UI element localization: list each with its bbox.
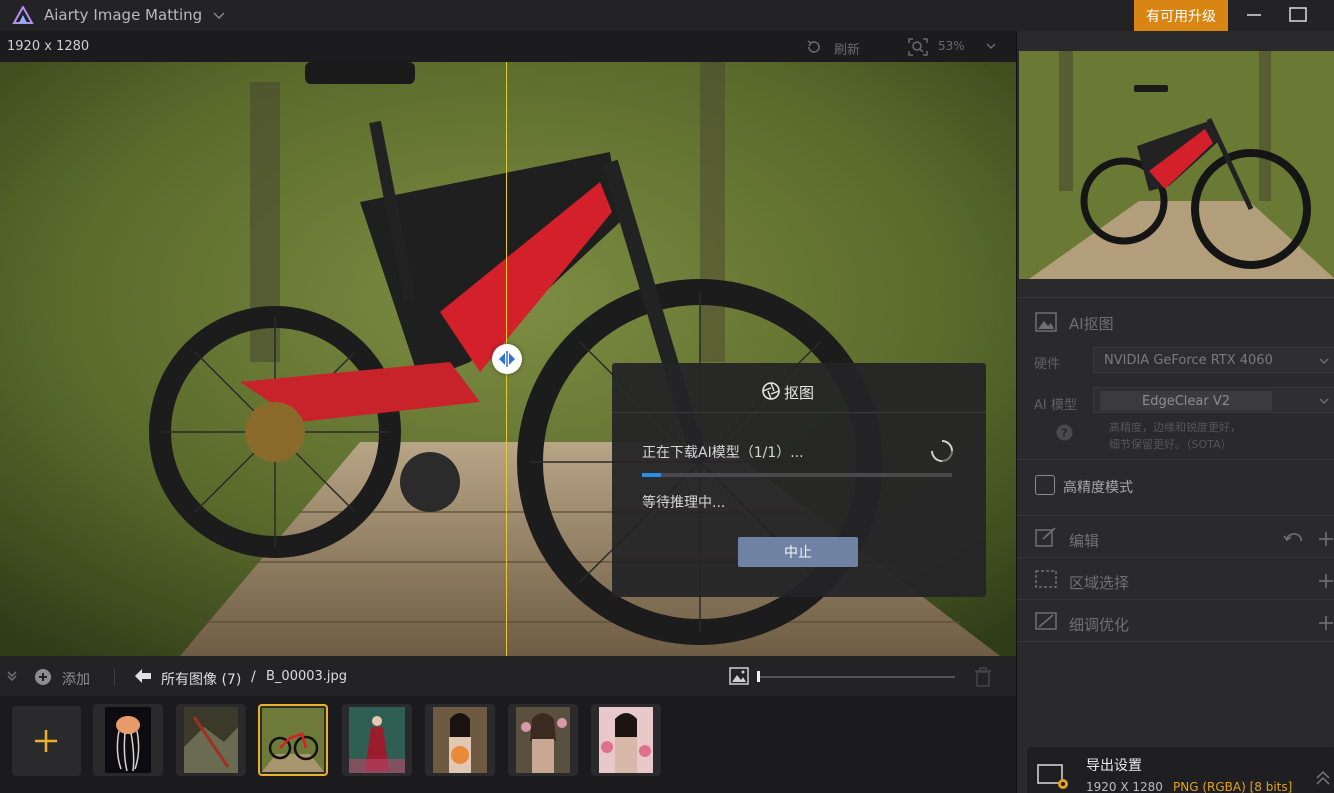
ai-matting-title: AI抠图 [1069,315,1114,333]
model-value: EdgeClear V2 [1100,391,1272,411]
svg-text:?: ? [1061,427,1067,440]
thumbnail-image [516,707,570,773]
expand-up-icon[interactable] [1315,769,1331,787]
edit-title[interactable]: 编辑 [1069,530,1099,551]
image-icon [1035,312,1057,332]
chevron-down-icon [1319,358,1329,365]
preview-image [1019,51,1334,279]
aperture-icon [762,382,780,400]
divider [1017,599,1334,600]
matting-progress-dialog: 抠图 正在下载AI模型（1/1）... 等待推理中... 中止 [612,363,986,597]
refine-icon [1035,612,1057,630]
breadcrumb-current-file: B_00003.jpg [266,669,348,684]
gallery-bar: 添加 所有图像 (7) / B_00003.jpg [0,656,1016,696]
add-image-tile[interactable] [12,706,81,776]
thumbnail-bicycle[interactable] [258,704,328,776]
thumbnail-size-slider[interactable] [757,676,955,678]
thumbnail-image [184,707,238,773]
divider [114,668,115,686]
divider [1017,557,1334,558]
refresh-icon[interactable] [805,38,823,56]
thumbnail-image [262,708,324,772]
slider-handle[interactable] [757,671,760,682]
dialog-title: 抠图 [784,384,815,402]
divider [1017,641,1334,642]
dialog-header: 抠图 [612,363,986,413]
export-format: PNG (RGBA) [8 bits] [1173,780,1293,793]
app-logo-icon [12,6,34,24]
add-button[interactable]: 添加 [62,669,90,689]
edit-icon [1035,527,1056,547]
breadcrumb-separator: / [251,669,256,685]
refresh-button[interactable]: 刷新 [834,39,860,58]
help-icon[interactable]: ? [1056,424,1073,441]
image-icon [729,667,749,685]
chevron-down-icon[interactable] [212,8,226,22]
thumbnail-jellyfish[interactable] [93,704,163,776]
trash-icon[interactable] [974,667,992,687]
download-progress-bar [642,473,952,477]
export-size: 1920 X 1280 [1086,780,1163,793]
minimize-icon[interactable] [1240,4,1268,26]
download-progress-fill [642,473,661,477]
model-description-2: 细节保留更好。（SOTA） [1109,438,1232,451]
expand-plus-icon[interactable] [1319,574,1333,588]
zoom-level: 53% [938,39,965,53]
divider [1017,459,1334,460]
expand-plus-icon[interactable] [1319,532,1333,546]
compare-handle-icon[interactable] [492,344,522,374]
high-precision-label[interactable]: 高精度模式 [1063,477,1133,497]
upgrade-button[interactable]: 有可用升级 [1134,0,1228,31]
app-title: Aiarty Image Matting [44,6,203,24]
thumbnail-woman-red-dress[interactable] [342,704,412,776]
refine-title[interactable]: 细调优化 [1069,614,1129,635]
high-precision-checkbox[interactable] [1035,475,1055,495]
canvas-toolbar: 1920 x 1280 刷新 53% [0,31,1016,62]
thumbnail-woman-flowers-2[interactable] [508,704,578,776]
loading-spinner-icon [931,440,953,462]
maximize-icon[interactable] [1284,4,1312,26]
collapse-icon[interactable] [6,670,18,682]
export-settings-icon [1037,764,1068,789]
divider [1017,515,1334,516]
undo-icon[interactable] [1283,531,1303,547]
preview-thumbnail [1019,51,1334,279]
hardware-label: 硬件 [1034,357,1061,372]
export-settings[interactable]: 导出设置 1920 X 1280 PNG (RGBA) [8 bits] [1027,747,1334,793]
chevron-down-icon [1319,398,1329,405]
expand-plus-icon[interactable] [1319,616,1333,630]
model-label: AI 模型 [1034,398,1077,413]
thumbnail-image [599,707,653,773]
divider [1017,297,1334,298]
thumbnail-image [349,707,405,773]
chevron-down-icon[interactable] [985,40,997,52]
image-size-label: 1920 x 1280 [7,39,90,54]
thumbnail-image [433,707,487,773]
plus-icon [35,730,57,752]
inference-status: 等待推理中... [642,495,726,511]
stop-button[interactable]: 中止 [738,537,858,567]
breadcrumb-all-images[interactable]: 所有图像 (7) [161,669,241,689]
hardware-value: NVIDIA GeForce RTX 4060 [1104,353,1273,368]
add-circle-icon[interactable] [34,668,52,686]
thumbnail-strip [0,696,1016,793]
settings-panel: AI抠图 硬件 NVIDIA GeForce RTX 4060 AI 模型 Ed… [1016,31,1334,793]
model-description-1: 高精度，边缘和锐度更好， [1109,421,1241,434]
region-select-title[interactable]: 区域选择 [1069,572,1129,593]
thumbnail-woman-flowers-1[interactable] [425,704,495,776]
hardware-select[interactable]: NVIDIA GeForce RTX 4060 [1093,347,1334,373]
zoom-fit-icon[interactable] [907,37,929,57]
thumbnail-image [105,707,151,773]
region-select-icon [1035,570,1057,588]
thumbnail-forest-rocks[interactable] [176,704,246,776]
back-arrow-icon[interactable] [134,668,152,684]
title-bar: Aiarty Image Matting 有可用升级 [0,0,1334,31]
download-status: 正在下载AI模型（1/1）... [642,445,804,461]
export-title: 导出设置 [1086,758,1142,774]
thumbnail-woman-flowers-3[interactable] [591,704,661,776]
